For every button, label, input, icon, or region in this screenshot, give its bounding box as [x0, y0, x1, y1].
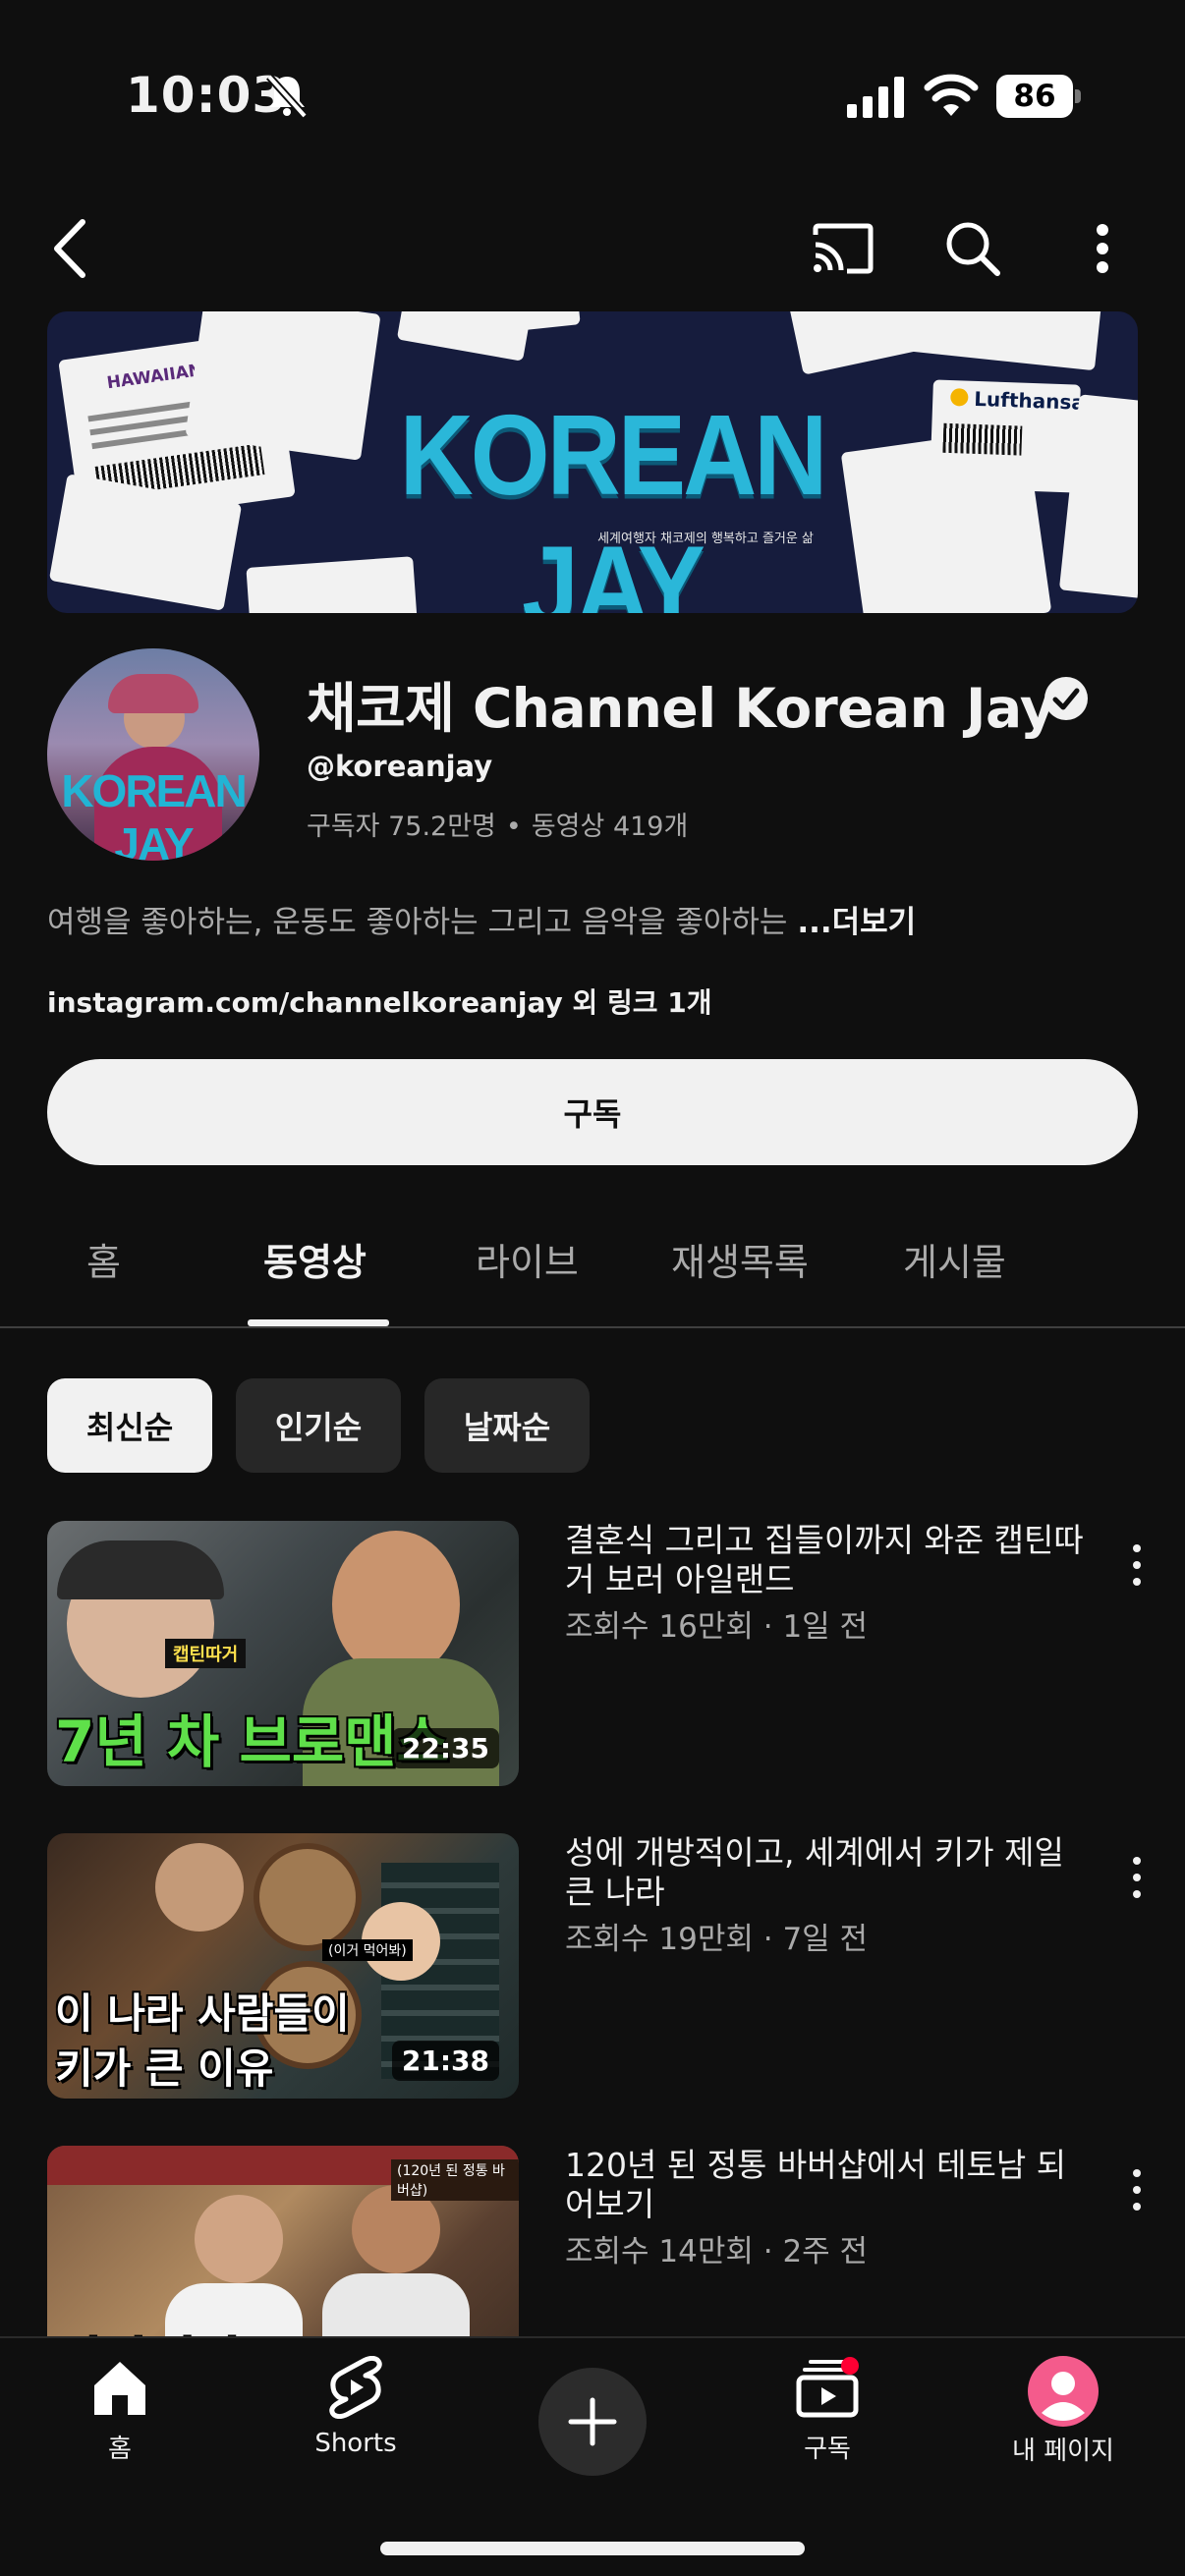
channel-description[interactable]: 여행을 좋아하는, 운동도 좋아하는 그리고 음악을 좋아하는 ...더보기 [47, 897, 916, 941]
video-thumbnail[interactable]: 캡틴따거 7년 차 브로맨스 22:35 [47, 1521, 519, 1786]
subscriptions-icon [796, 2357, 859, 2418]
chip-oldest[interactable]: 날짜순 [424, 1378, 590, 1473]
back-button[interactable] [31, 211, 106, 286]
search-button[interactable] [935, 211, 1010, 286]
video-more-button[interactable] [1122, 1853, 1152, 1902]
battery-level: 86 [996, 75, 1073, 118]
status-time: 10:03 [126, 67, 288, 124]
nav-shorts[interactable]: Shorts [267, 2356, 444, 2484]
thumbnail-tag: (120년 된 정통 바버샵) [391, 2159, 519, 2201]
notification-dot [841, 2357, 859, 2375]
channel-handle: @koreanjay [307, 750, 493, 783]
tab-live[interactable]: 라이브 [476, 1232, 579, 1286]
nav-you-label: 내 페이지 [1012, 2436, 1114, 2466]
wifi-icon [924, 74, 979, 116]
ticket-airline-text: Lufthansa [973, 386, 1086, 415]
video-meta: 조회수 19만회 · 7일 전 [565, 1922, 869, 1957]
verified-badge-icon [1044, 677, 1088, 720]
cast-button[interactable] [806, 211, 880, 286]
channel-links[interactable]: instagram.com/channelkoreanjay 외 링크 1개 [47, 981, 712, 1021]
nav-subscriptions-label: 구독 [804, 2435, 851, 2464]
video-thumbnail[interactable]: (이거 먹어봐) 이 나라 사람들이 키가 큰 이유 21:38 [47, 1833, 519, 2099]
subscribe-button[interactable]: 구독 [47, 1059, 1138, 1165]
channel-tabs: 홈 동영상 라이브 재생목록 게시물 [0, 1218, 1185, 1328]
banner-subtitle: 세계여행자 채코제의 행복하고 즐거운 삶 [597, 532, 814, 546]
channel-name: 채코제 Channel Korean Jay [307, 677, 1055, 740]
chip-latest[interactable]: 최신순 [47, 1378, 212, 1473]
active-tab-indicator [248, 1319, 389, 1326]
nav-home-label: 홈 [108, 2435, 132, 2464]
shorts-icon [329, 2356, 382, 2419]
video-duration: 21:38 [391, 2041, 499, 2081]
description-text: 여행을 좋아하는, 운동도 좋아하는 그리고 음악을 좋아하는 [47, 905, 798, 940]
cellular-signal-icon [847, 77, 904, 118]
profile-avatar-icon [1028, 2356, 1099, 2427]
search-icon [946, 222, 1000, 276]
video-title[interactable]: 성에 개방적이고, 세계에서 키가 제일 큰 나라 [565, 1833, 1096, 1912]
channel-stats: 구독자 75.2만명 • 동영상 419개 [307, 805, 688, 843]
home-indicator [380, 2542, 805, 2555]
video-more-button[interactable] [1122, 1540, 1152, 1590]
boarding-pass-image: Lufthansa [930, 379, 1085, 493]
tab-posts[interactable]: 게시물 [903, 1232, 1006, 1286]
battery-icon: 86 [996, 75, 1081, 118]
status-bar: 10:03 86 [0, 0, 1185, 187]
home-icon [94, 2362, 145, 2415]
chip-popular[interactable]: 인기순 [236, 1378, 401, 1473]
thumbnail-caption: 이 나라 사람들이 [55, 1989, 350, 2038]
video-meta: 조회수 16만회 · 1일 전 [565, 1609, 869, 1645]
channel-banner: HAWAIIAN Lufthansa KOREAN JAY 세계여행자 채코제의… [47, 311, 1138, 613]
bell-off-icon [266, 74, 308, 118]
nav-you[interactable]: 내 페이지 [975, 2356, 1152, 2484]
video-count: 동영상 419개 [531, 812, 689, 842]
stats-separator: • [505, 812, 522, 842]
subscriber-count: 구독자 75.2만명 [307, 812, 496, 842]
tab-playlists[interactable]: 재생목록 [671, 1232, 809, 1286]
video-list-item[interactable]: 캡틴따거 7년 차 브로맨스 22:35 결혼식 그리고 집들이까지 와준 캡틴… [0, 1521, 1185, 1786]
avatar-logo-text: KOREAN JAY [61, 765, 247, 861]
bottom-navigation: 홈 Shorts 구독 내 페이지 [0, 2336, 1185, 2576]
more-options-button[interactable] [1065, 211, 1140, 286]
more-vertical-icon [1097, 224, 1108, 273]
video-more-button[interactable] [1122, 2165, 1152, 2214]
nav-subscriptions[interactable]: 구독 [739, 2356, 916, 2484]
tab-videos[interactable]: 동영상 [263, 1232, 367, 1286]
channel-avatar[interactable]: KOREAN JAY [47, 648, 259, 861]
nav-shorts-label: Shorts [314, 2429, 397, 2458]
cast-icon [813, 223, 874, 274]
video-list-item[interactable]: (이거 먹어봐) 이 나라 사람들이 키가 큰 이유 21:38 성에 개방적이… [0, 1833, 1185, 2099]
video-duration: 22:35 [391, 1728, 499, 1768]
video-title[interactable]: 결혼식 그리고 집들이까지 와준 캡틴따거 보러 아일랜드 [565, 1521, 1096, 1599]
chevron-left-icon [54, 219, 85, 278]
thumbnail-tag: (이거 먹어봐) [322, 1939, 413, 1961]
ticket-airline-text: HAWAIIAN [105, 360, 204, 394]
banner-title: KOREAN JAY [399, 391, 828, 613]
thumbnail-caption: 7년 차 브로맨스 [55, 1708, 449, 1775]
show-more-link[interactable]: ...더보기 [797, 905, 916, 940]
nav-home[interactable]: 홈 [31, 2356, 208, 2484]
thumbnail-tag: 캡틴따거 [165, 1639, 247, 1668]
plus-icon [568, 2397, 617, 2446]
create-button[interactable] [538, 2368, 647, 2476]
video-meta: 조회수 14만회 · 2주 전 [565, 2234, 869, 2269]
tab-home[interactable]: 홈 [86, 1232, 121, 1286]
thumbnail-caption: 키가 큰 이유 [55, 2044, 274, 2093]
video-title[interactable]: 120년 된 정통 바버샵에서 테토남 되어보기 [565, 2146, 1096, 2224]
